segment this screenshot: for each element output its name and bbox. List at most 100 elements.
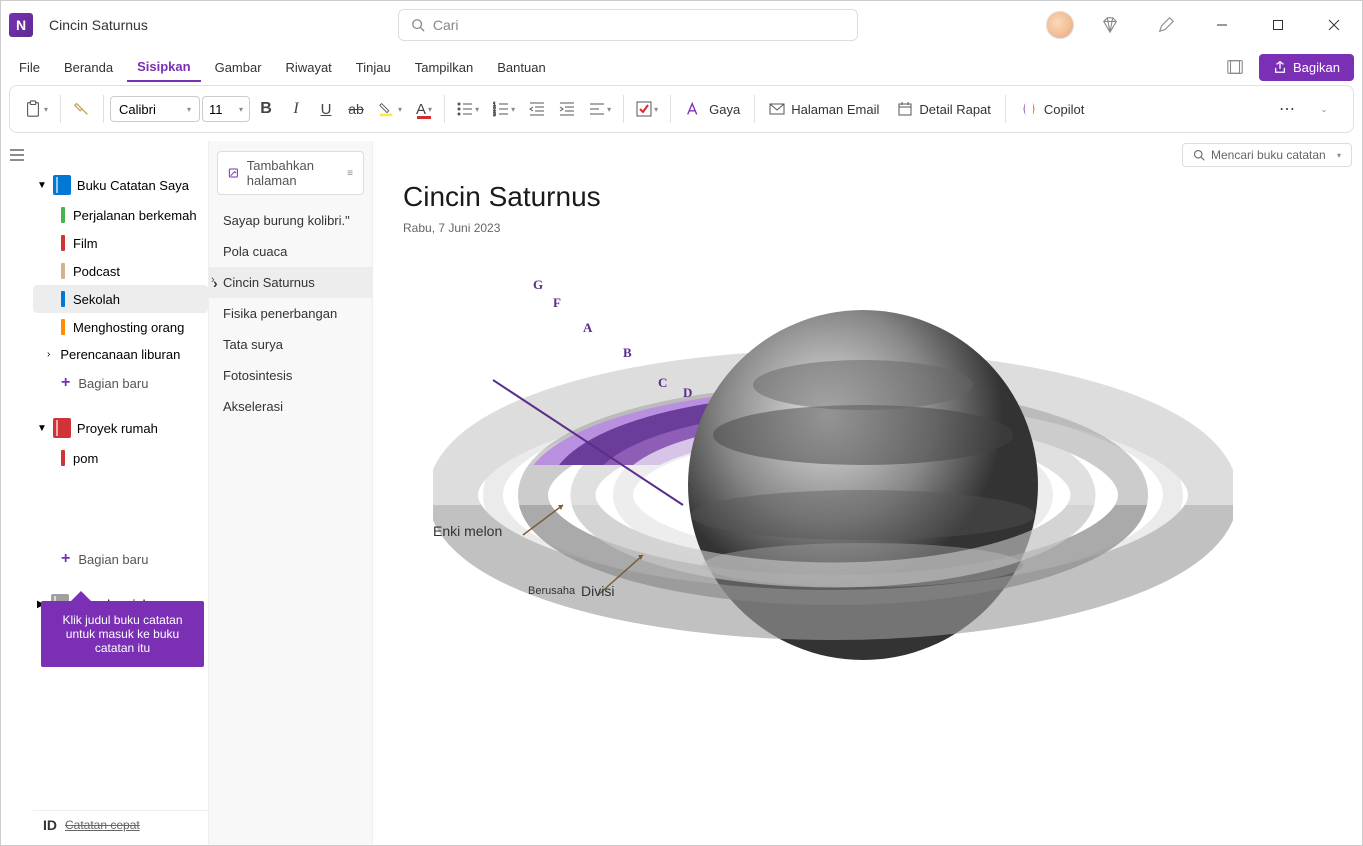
- nav-footer: ID Catatan cepat: [33, 810, 208, 839]
- paste-button[interactable]: ▾: [18, 93, 54, 125]
- ribbon-expand-button[interactable]: ⌄: [1309, 93, 1337, 125]
- align-button[interactable]: ▾: [583, 93, 617, 125]
- menu-review[interactable]: Tinjau: [346, 54, 401, 81]
- annotation-enki: Enki melon: [433, 523, 502, 539]
- chevron-down-icon: ▼: [37, 180, 47, 191]
- menu-history[interactable]: Riwayat: [276, 54, 342, 81]
- notebook-icon: [53, 175, 71, 195]
- notebook-name: Buku Catatan Saya: [77, 178, 189, 193]
- font-name-selector[interactable]: Calibri▾: [110, 96, 200, 122]
- pages-panel: Tambahkan halaman ≡ Sayap burung kolibri…: [208, 141, 373, 845]
- format-painter-button[interactable]: [67, 93, 97, 125]
- notebooks-panel: ▼ Buku Catatan Saya Perjalanan berkemah …: [33, 141, 208, 845]
- title-bar: N Cincin Saturnus Cari: [1, 1, 1362, 49]
- section-item[interactable]: Film: [33, 229, 208, 257]
- section-item[interactable]: Perjalanan berkemah: [33, 201, 208, 229]
- annotation-berusaha: Berusaha: [528, 585, 575, 597]
- maximize-button[interactable]: [1258, 10, 1298, 40]
- section-color-bar: [61, 319, 65, 335]
- ring-label: C: [658, 375, 667, 391]
- bold-button[interactable]: B: [252, 93, 280, 125]
- search-placeholder: Cari: [433, 17, 459, 33]
- user-avatar[interactable]: [1046, 11, 1074, 39]
- menu-home[interactable]: Beranda: [54, 54, 123, 81]
- page-item[interactable]: Fotosintesis: [209, 360, 372, 391]
- page-item[interactable]: Akselerasi: [209, 391, 372, 422]
- saturn-illustration: G F A B C D Enki melon Berusaha Divisi: [433, 265, 1233, 745]
- ring-label: G: [533, 277, 543, 293]
- premium-diamond-icon[interactable]: [1090, 10, 1130, 40]
- menu-bar: File Beranda Sisipkan Gambar Riwayat Tin…: [1, 49, 1362, 85]
- page-item[interactable]: Fisika penerbangan: [209, 298, 372, 329]
- annotation-divisi: Divisi: [581, 583, 614, 599]
- new-section-button[interactable]: +Bagian baru: [33, 544, 208, 574]
- notebook-header[interactable]: ▼ Buku Catatan Saya: [33, 169, 208, 201]
- share-button[interactable]: Bagikan: [1259, 54, 1354, 81]
- notebook-icon: [53, 418, 71, 438]
- underline-button[interactable]: U: [312, 93, 340, 125]
- chevron-right-icon: ›: [211, 274, 215, 286]
- notebook-header[interactable]: ▼ Proyek rumah: [33, 412, 208, 444]
- page-item[interactable]: ›Cincin Saturnus: [209, 267, 372, 298]
- search-notebooks-box[interactable]: Mencari buku catatan ▾: [1182, 143, 1352, 167]
- styles-button[interactable]: Gaya: [677, 96, 748, 122]
- section-color-bar: [61, 263, 65, 279]
- todo-tag-button[interactable]: ▾: [630, 93, 664, 125]
- quick-notes-link[interactable]: Catatan cepat: [65, 818, 140, 832]
- section-color-bar: [61, 291, 65, 307]
- section-item[interactable]: Sekolah: [33, 285, 208, 313]
- reading-mode-icon[interactable]: [1219, 53, 1251, 81]
- chevron-right-icon: ›: [47, 349, 50, 360]
- section-item[interactable]: ›Perencanaan liburan: [33, 341, 208, 368]
- page-item[interactable]: Tata surya: [209, 329, 372, 360]
- menu-help[interactable]: Bantuan: [487, 54, 555, 81]
- minimize-button[interactable]: [1202, 10, 1242, 40]
- align-icon: ≡: [347, 168, 353, 179]
- ring-label: D: [683, 385, 692, 401]
- decrease-indent-button[interactable]: [523, 93, 551, 125]
- onenote-app-icon: N: [9, 13, 33, 37]
- strikethrough-button[interactable]: ab: [342, 93, 370, 125]
- page-item[interactable]: Sayap burung kolibri.": [209, 205, 372, 236]
- section-item[interactable]: Menghosting orang: [33, 313, 208, 341]
- plus-icon: +: [61, 550, 70, 568]
- pen-draw-icon[interactable]: [1146, 10, 1186, 40]
- font-size-selector[interactable]: 11▾: [202, 96, 250, 122]
- italic-button[interactable]: I: [282, 93, 310, 125]
- ring-label: A: [583, 320, 592, 336]
- page-item[interactable]: Pola cuaca: [209, 236, 372, 267]
- highlight-button[interactable]: ▾: [372, 93, 408, 125]
- footer-id: ID: [43, 817, 57, 833]
- search-box[interactable]: Cari: [398, 9, 858, 41]
- section-item[interactable]: Podcast: [33, 257, 208, 285]
- increase-indent-button[interactable]: [553, 93, 581, 125]
- page-date: Rabu, 7 Juni 2023: [403, 221, 1332, 235]
- page-canvas[interactable]: Cincin Saturnus Rabu, 7 Juni 2023: [373, 141, 1362, 845]
- ribbon-toolbar: ▾ Calibri▾ 11▾ B I U ab ▾ A▾ ▾ 123▾ ▾ ▾ …: [9, 85, 1354, 133]
- menu-insert[interactable]: Sisipkan: [127, 53, 200, 82]
- close-button[interactable]: [1314, 10, 1354, 40]
- hamburger-menu-icon[interactable]: [1, 141, 33, 845]
- notebook-name: Proyek rumah: [77, 421, 158, 436]
- ring-label: F: [553, 295, 561, 311]
- meeting-details-button[interactable]: Detail Rapat: [889, 97, 999, 121]
- menu-picture[interactable]: Gambar: [205, 54, 272, 81]
- new-section-button[interactable]: +Bagian baru: [33, 368, 208, 398]
- tooltip-callout: Klik judul buku catatan untuk masuk ke b…: [41, 601, 204, 667]
- font-color-button[interactable]: A▾: [410, 93, 438, 125]
- menu-file[interactable]: File: [9, 54, 50, 81]
- svg-text:3: 3: [493, 112, 496, 117]
- more-options-button[interactable]: ⋯: [1273, 93, 1301, 125]
- menu-view[interactable]: Tampilkan: [405, 54, 484, 81]
- document-title: Cincin Saturnus: [49, 17, 148, 33]
- section-color-bar: [61, 207, 65, 223]
- email-page-button[interactable]: Halaman Email: [761, 97, 887, 121]
- section-item[interactable]: pom: [33, 444, 208, 472]
- page-title[interactable]: Cincin Saturnus: [403, 181, 1332, 213]
- svg-text:1: 1: [493, 102, 496, 108]
- add-page-button[interactable]: Tambahkan halaman ≡: [217, 151, 364, 195]
- numbered-list-button[interactable]: 123▾: [487, 93, 521, 125]
- bullet-list-button[interactable]: ▾: [451, 93, 485, 125]
- copilot-button[interactable]: Copilot: [1012, 96, 1092, 122]
- chevron-down-icon: ▼: [37, 423, 47, 434]
